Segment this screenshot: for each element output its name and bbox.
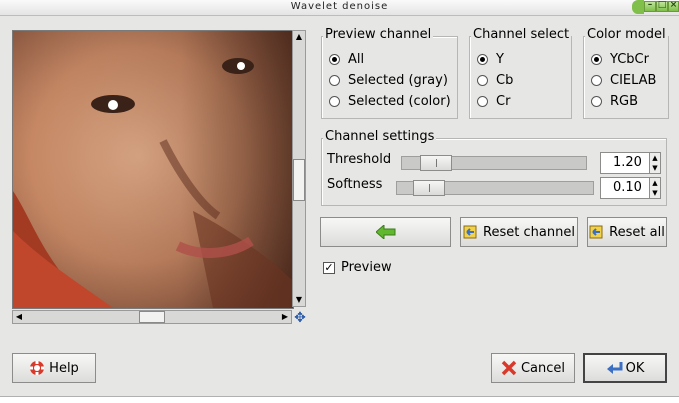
apply-arrow-button[interactable] [320, 217, 451, 247]
lifebuoy-icon [29, 360, 45, 376]
radio-icon [591, 74, 602, 86]
radio-label: CIELAB [610, 72, 657, 88]
ok-button[interactable]: OK [583, 353, 667, 383]
radio-label: YCbCr [610, 51, 649, 67]
cancel-label: Cancel [520, 360, 566, 376]
scroll-right-arrow-icon[interactable]: ▶ [279, 311, 291, 323]
radio-icon [477, 95, 488, 107]
cancel-x-icon [501, 360, 517, 376]
reset-icon [463, 224, 479, 240]
title-bar: Wavelet denoise – □ × [0, 0, 679, 16]
help-label: Help [49, 360, 79, 376]
spin-up-arrow-icon[interactable]: ▲ [650, 153, 660, 163]
color-model-ycbcr-option[interactable]: YCbCr [591, 50, 649, 68]
scroll-down-arrow-icon[interactable]: ▼ [293, 294, 305, 306]
radio-icon [329, 95, 340, 107]
color-model-legend: Color model [585, 27, 668, 42]
preview-channel-legend: Preview channel [323, 27, 434, 42]
softness-label: Softness [327, 177, 383, 192]
channel-settings-legend: Channel settings [323, 129, 437, 144]
threshold-slider[interactable] [401, 155, 587, 171]
reset-icon [589, 224, 605, 240]
radio-label: All [348, 51, 365, 67]
preview-vertical-scrollbar[interactable]: ▲ ▼ [292, 30, 306, 307]
reset-channel-label: Reset channel [483, 224, 575, 240]
face-preview-picture [13, 31, 293, 308]
radio-label: Selected (gray) [348, 72, 448, 88]
window-title: Wavelet denoise [290, 1, 389, 12]
softness-slider[interactable] [396, 180, 594, 196]
channel-select-legend: Channel select [471, 27, 572, 42]
color-model-cielab-option[interactable]: CIELAB [591, 71, 656, 89]
close-button[interactable]: × [668, 0, 679, 12]
titlebar-decoration [632, 0, 644, 14]
spin-down-arrow-icon[interactable]: ▼ [650, 188, 660, 198]
radio-selected-icon [477, 53, 488, 65]
help-button[interactable]: Help [12, 353, 96, 383]
threshold-spin-buttons[interactable]: ▲ ▼ [649, 152, 661, 174]
spin-up-arrow-icon[interactable]: ▲ [650, 178, 660, 188]
reset-channel-button[interactable]: Reset channel [460, 217, 578, 247]
maximize-button[interactable]: □ [656, 0, 668, 12]
preview-channel-all-option[interactable]: All [329, 50, 364, 68]
scroll-up-arrow-icon[interactable]: ▲ [293, 31, 305, 43]
horizontal-scroll-thumb[interactable] [139, 311, 165, 323]
spin-down-arrow-icon[interactable]: ▼ [650, 163, 660, 173]
reset-all-label: Reset all [609, 224, 665, 240]
threshold-label: Threshold [327, 152, 392, 167]
radio-selected-icon [591, 53, 602, 65]
preview-channel-color-option[interactable]: Selected (color) [329, 92, 451, 110]
softness-slider-knob[interactable] [413, 180, 445, 196]
left-arrow-icon [375, 225, 395, 239]
ok-return-icon [606, 360, 623, 376]
minimize-button[interactable]: – [644, 0, 656, 12]
softness-spin-buttons[interactable]: ▲ ▼ [649, 177, 661, 199]
radio-icon [477, 74, 488, 86]
channel-cb-option[interactable]: Cb [477, 71, 513, 89]
radio-label: Selected (color) [348, 93, 451, 109]
radio-label: Cb [496, 72, 514, 88]
channel-cr-option[interactable]: Cr [477, 92, 510, 110]
threshold-spin-input[interactable]: 1.20 [600, 152, 650, 174]
color-model-rgb-option[interactable]: RGB [591, 92, 638, 110]
ok-label: OK [625, 360, 645, 376]
threshold-slider-knob[interactable] [420, 155, 452, 171]
radio-icon [329, 74, 340, 86]
preview-channel-gray-option[interactable]: Selected (gray) [329, 71, 448, 89]
radio-icon [591, 95, 602, 107]
preview-horizontal-scrollbar[interactable]: ◀ ▶ [12, 310, 292, 324]
scroll-left-arrow-icon[interactable]: ◀ [13, 311, 25, 323]
radio-label: Cr [496, 93, 511, 109]
navigate-move-icon[interactable]: ✥ [292, 310, 308, 326]
reset-all-button[interactable]: Reset all [587, 217, 667, 247]
radio-label: Y [496, 51, 504, 67]
radio-selected-icon [329, 53, 340, 65]
preview-image[interactable] [12, 30, 294, 309]
vertical-scroll-thumb[interactable] [293, 159, 305, 201]
preview-checkbox[interactable]: ✓ [323, 262, 335, 274]
channel-y-option[interactable]: Y [477, 50, 504, 68]
radio-label: RGB [610, 93, 639, 109]
softness-spin-input[interactable]: 0.10 [600, 177, 650, 199]
preview-checkbox-label[interactable]: Preview [341, 260, 392, 275]
cancel-button[interactable]: Cancel [491, 353, 575, 383]
